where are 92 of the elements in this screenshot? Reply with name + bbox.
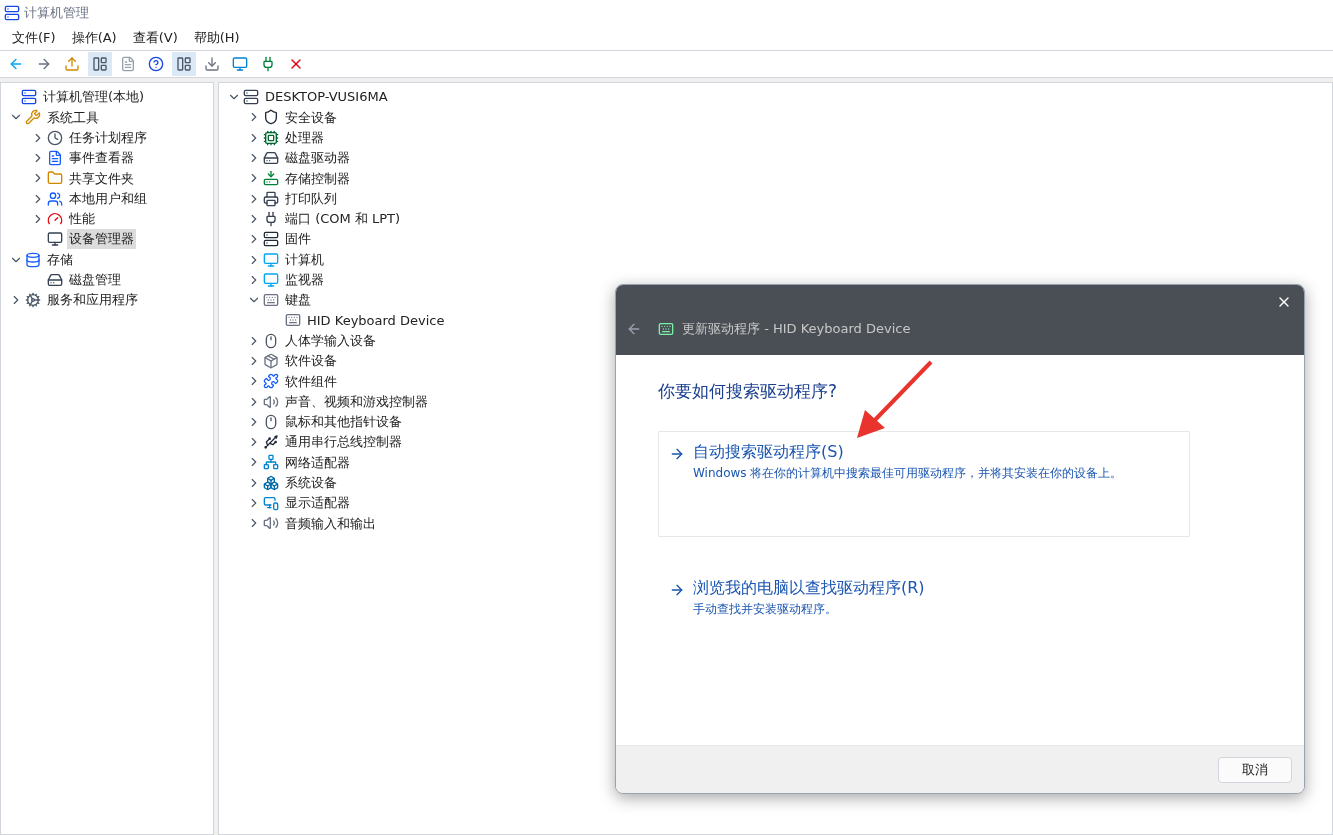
monitor-icon [47,231,63,248]
tree-item[interactable]: 处理器 [283,128,326,148]
tree-item[interactable]: HID Keyboard Device [305,310,447,331]
gear-icon [25,292,41,309]
tree-item[interactable]: 存储 [45,249,75,270]
tools-icon [25,109,41,126]
option-button[interactable]: 自动搜索驱动程序(S) Windows 将在你的计算机中搜索最佳可用驱动程序，并将其安装在你的设备上。 [658,430,1190,537]
tree-item[interactable]: 共享文件夹 [67,168,136,189]
tree-item[interactable]: 计算机管理(本地) [41,87,147,107]
network-icon [263,454,279,471]
document-icon [120,56,136,72]
plug-icon [263,210,279,227]
option-description: 手动查找并安装驱动程序。 [693,600,838,618]
tree-item[interactable]: 存储控制器 [283,168,352,189]
monitor-icon [263,271,279,288]
keyboard-icon [285,312,301,329]
toolbar-button[interactable] [88,52,112,76]
tree-item[interactable]: 键盘 [283,290,313,310]
device-icon [658,320,674,337]
tree-item[interactable]: 打印队列 [283,188,339,209]
hard-drive-icon [263,150,279,167]
speaker-icon [263,393,279,410]
dialog-heading: 你要如何搜索驱动程序? [658,380,839,403]
menu-item[interactable]: 文件(F) [6,28,62,48]
mouse-icon [263,332,279,349]
tree-item[interactable]: 本地用户和组 [67,188,149,209]
tree-item[interactable]: 端口 (COM 和 LPT) [283,209,403,229]
tree-item[interactable]: DESKTOP-VUSI6MA [263,87,390,107]
forward-icon [36,56,52,72]
panel-icon [92,56,108,72]
tree-item[interactable]: 设备管理器 [67,229,136,249]
menu-item[interactable]: 操作(A) [65,28,123,48]
tree-item[interactable]: 鼠标和其他指针设备 [283,412,404,432]
usb-icon [263,434,279,451]
help-icon [148,56,164,72]
window-title: 计算机管理 [24,4,89,23]
speaker-icon [263,515,279,532]
cancel-button[interactable]: 取消 [1218,756,1292,783]
clock-icon [47,129,63,146]
tree-item[interactable]: 磁盘驱动器 [283,148,352,168]
tree-item[interactable]: 人体学输入设备 [283,330,378,351]
option-button[interactable]: 浏览我的电脑以查找驱动程序(R) 手动查找并安装驱动程序。 [658,566,1190,623]
tree-item[interactable]: 任务计划程序 [67,128,149,148]
shield-icon [263,109,279,126]
tree-item[interactable]: 监视器 [283,270,326,290]
tree-item[interactable]: 磁盘管理 [67,270,123,290]
storage-icon [25,251,41,268]
tree-item[interactable]: 软件组件 [283,371,339,392]
option-description: Windows 将在你的计算机中搜索最佳可用驱动程序，并将其安装在你的设备上。 [693,464,1123,482]
app-icon [4,5,20,21]
tree-item[interactable]: 固件 [283,229,313,249]
tree-item[interactable]: 服务和应用程序 [45,290,140,310]
folder-icon [47,170,63,187]
tree-item[interactable]: 通用串行总线控制器 [283,432,404,452]
mouse-icon [263,413,279,430]
gauge-icon [47,210,63,227]
tree-item[interactable]: 系统工具 [45,107,101,128]
panel-icon [176,56,192,72]
menu-item[interactable]: 帮助(H) [187,28,246,48]
storage-icon [263,170,279,187]
document-icon [47,150,63,167]
tree-item[interactable]: 安全设备 [283,107,339,128]
boxes-icon [263,474,279,491]
monitor-icon [232,56,248,72]
chip-icon [263,129,279,146]
tree-item[interactable]: 声音、视频和游戏控制器 [283,391,430,412]
display-icon [263,495,279,512]
users-icon [47,190,63,207]
puzzle-icon [263,373,279,390]
keyboard-icon [263,292,279,309]
option-title: 自动搜索驱动程序(S) [693,440,845,463]
back-icon [8,56,24,72]
tree-item[interactable]: 网络适配器 [283,452,352,473]
dialog-title: 更新驱动程序 - HID Keyboard Device [682,320,911,338]
up-folder-icon [64,56,80,72]
package-icon [263,353,279,369]
tree-item[interactable]: 软件设备 [283,351,339,371]
tree-item[interactable]: 事件查看器 [67,148,136,168]
printer-icon [263,190,279,207]
tree-item[interactable]: 显示适配器 [283,493,352,513]
export-icon [204,56,220,72]
tree-item[interactable]: 音频输入和输出 [283,513,378,534]
tree-item[interactable]: 计算机 [283,249,326,270]
hard-drive-icon [47,271,63,288]
server-icon [263,231,279,248]
toolbar-button[interactable] [172,52,196,76]
tree-item[interactable]: 性能 [67,209,97,229]
plug-icon [260,56,276,72]
menu-item[interactable]: 查看(V) [126,28,184,48]
monitor-icon [263,251,279,268]
tree-item[interactable]: 系统设备 [283,473,339,493]
option-title: 浏览我的电脑以查找驱动程序(R) [693,576,925,599]
